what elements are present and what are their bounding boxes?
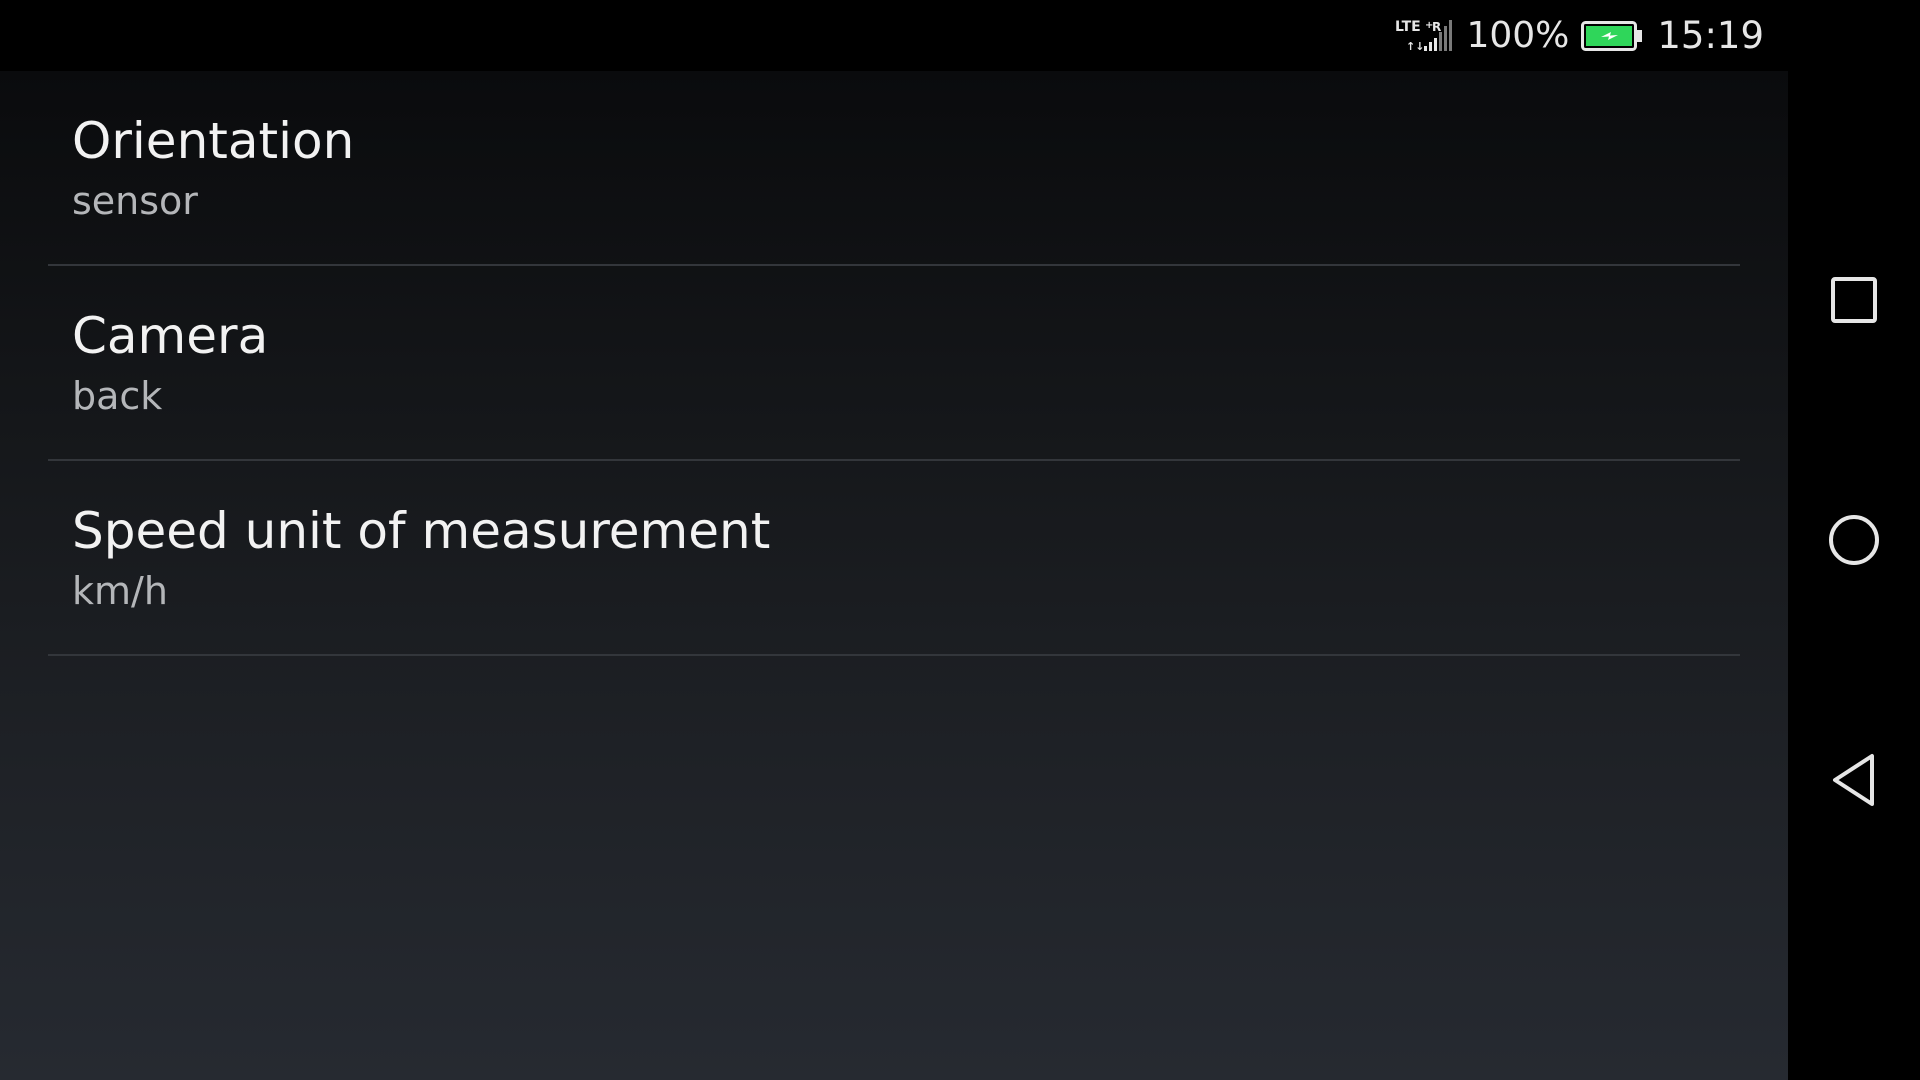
android-screen: LTE + R ↑↓ 100% 15:19 Orientation sensor… <box>0 0 1920 1080</box>
recents-button[interactable] <box>1818 264 1890 336</box>
home-button[interactable] <box>1818 504 1890 576</box>
pref-summary: back <box>72 374 163 418</box>
pref-camera[interactable]: Camera back <box>48 266 1740 461</box>
pref-speed-unit[interactable]: Speed unit of measurement km/h <box>48 461 1740 656</box>
back-button[interactable] <box>1818 744 1890 816</box>
clock: 15:19 <box>1657 14 1764 57</box>
navigation-bar <box>1788 0 1920 1080</box>
battery-percent: 100% <box>1466 15 1570 56</box>
pref-summary: sensor <box>72 179 198 223</box>
lte-signal-icon: LTE + R ↑↓ <box>1395 19 1453 53</box>
pref-orientation[interactable]: Orientation sensor <box>48 71 1740 266</box>
settings-pane: Orientation sensor Camera back Speed uni… <box>0 71 1788 1080</box>
pref-title: Speed unit of measurement <box>72 502 771 560</box>
battery-charging-icon <box>1581 20 1643 51</box>
back-triangle-icon <box>1833 754 1874 806</box>
preference-list: Orientation sensor Camera back Speed uni… <box>48 71 1740 656</box>
svg-text:LTE: LTE <box>1395 19 1421 35</box>
status-icons: LTE + R ↑↓ 100% 15:19 <box>1394 0 1764 71</box>
recents-square-icon <box>1831 277 1877 323</box>
pref-summary: km/h <box>72 569 168 613</box>
svg-text:↑↓: ↑↓ <box>1406 40 1424 53</box>
pref-title: Camera <box>72 307 269 365</box>
svg-text:R: R <box>1432 20 1441 34</box>
status-bar: LTE + R ↑↓ 100% 15:19 <box>0 0 1788 71</box>
home-circle-icon <box>1829 515 1879 565</box>
pref-title: Orientation <box>72 112 355 170</box>
